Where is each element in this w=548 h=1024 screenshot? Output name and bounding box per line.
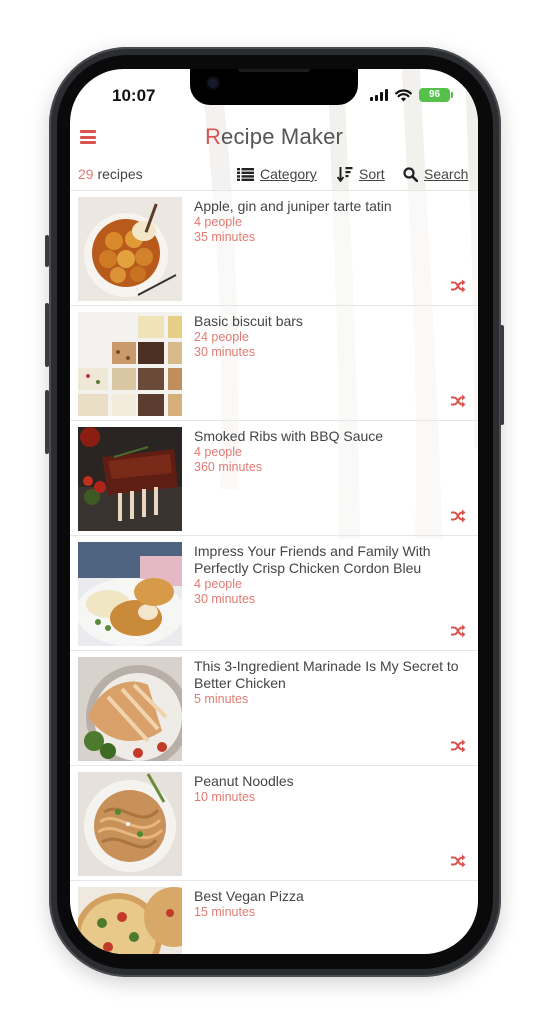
screenshot-stage: 10:07 96 Recipe Maker 29 recipes Categor…: [0, 0, 548, 1024]
status-time: 10:07: [112, 86, 156, 105]
app-title-initial: R: [204, 124, 222, 149]
recipe-info: Best Vegan Pizza 15 minutes: [194, 888, 470, 920]
sort-label: Sort: [359, 166, 385, 182]
recipe-thumbnail-biscuit-bars: [78, 312, 182, 416]
recipe-info: Basic biscuit bars 24 people 30 minutes: [194, 313, 470, 360]
category-button[interactable]: Category: [237, 166, 317, 182]
recipe-info: Apple, gin and juniper tarte tatin 4 peo…: [194, 198, 470, 245]
wifi-icon: [395, 88, 412, 101]
cellular-signal-icon: [370, 89, 388, 101]
shuffle-icon[interactable]: [450, 394, 466, 408]
recipe-row[interactable]: Apple, gin and juniper tarte tatin 4 peo…: [70, 190, 478, 305]
recipe-duration: 15 minutes: [194, 905, 256, 919]
recipe-thumbnail-marinade-chicken: [78, 657, 182, 761]
recipe-servings: 4 people: [194, 215, 242, 229]
recipe-title: Best Vegan Pizza: [194, 888, 304, 904]
search-label: Search: [424, 166, 469, 182]
recipe-count: 29 recipes: [78, 166, 143, 182]
status-icons: 96: [370, 88, 453, 102]
recipe-thumbnail-tarte-tatin: [78, 197, 182, 301]
recipe-servings: 24 people: [194, 330, 249, 344]
shuffle-icon[interactable]: [450, 854, 466, 868]
recipe-duration: 360 minutes: [194, 460, 263, 474]
recipe-duration: 30 minutes: [194, 345, 256, 359]
device-notch: [190, 69, 358, 105]
app-title: Recipe Maker: [70, 124, 478, 150]
recipe-count-number: 29: [78, 166, 94, 182]
battery-indicator: 96: [419, 88, 453, 102]
recipe-title: This 3-Ingredient Marinade Is My Secret …: [194, 658, 459, 691]
recipe-row[interactable]: Impress Your Friends and Family With Per…: [70, 535, 478, 650]
recipe-info: Impress Your Friends and Family With Per…: [194, 543, 470, 607]
list-icon: [237, 167, 254, 181]
recipe-info: This 3-Ingredient Marinade Is My Secret …: [194, 658, 470, 707]
category-label: Category: [260, 166, 317, 182]
recipe-duration: 30 minutes: [194, 592, 256, 606]
recipe-info: Peanut Noodles 10 minutes: [194, 773, 470, 805]
search-icon: [403, 166, 418, 182]
sort-button[interactable]: Sort: [337, 166, 385, 182]
recipe-duration: 5 minutes: [194, 692, 249, 706]
app-title-rest: ecipe Maker: [221, 124, 344, 149]
volume-down-button: [45, 390, 49, 454]
recipe-duration: 35 minutes: [194, 230, 256, 244]
recipe-thumbnail-vegan-pizza: [78, 887, 182, 954]
recipe-row[interactable]: Basic biscuit bars 24 people 30 minutes: [70, 305, 478, 420]
recipe-row[interactable]: Peanut Noodles 10 minutes: [70, 765, 478, 880]
recipe-title: Apple, gin and juniper tarte tatin: [194, 198, 392, 214]
sort-icon: [337, 167, 353, 182]
recipe-row[interactable]: Smoked Ribs with BBQ Sauce 4 people 360 …: [70, 420, 478, 535]
recipe-row[interactable]: Best Vegan Pizza 15 minutes: [70, 880, 478, 954]
recipe-info: Smoked Ribs with BBQ Sauce 4 people 360 …: [194, 428, 470, 475]
recipe-thumbnail-cordon-bleu: [78, 542, 182, 646]
earpiece-speaker: [238, 69, 310, 72]
recipe-thumbnail-peanut-noodles: [78, 772, 182, 876]
search-button[interactable]: Search: [403, 166, 468, 182]
recipe-list: Apple, gin and juniper tarte tatin 4 peo…: [70, 190, 478, 954]
toolbar: 29 recipes Category Sort Search: [78, 166, 470, 186]
app-screen: 10:07 96 Recipe Maker 29 recipes Categor…: [70, 69, 478, 954]
recipe-title: Impress Your Friends and Family With Per…: [194, 543, 431, 576]
shuffle-icon[interactable]: [450, 279, 466, 293]
recipe-duration: 10 minutes: [194, 790, 256, 804]
recipe-servings: 4 people: [194, 577, 242, 591]
volume-up-button: [45, 303, 49, 367]
silent-switch: [45, 235, 49, 267]
recipe-count-label: recipes: [97, 166, 143, 182]
recipe-title: Peanut Noodles: [194, 773, 294, 789]
shuffle-icon[interactable]: [450, 739, 466, 753]
power-button: [500, 325, 504, 425]
recipe-title: Smoked Ribs with BBQ Sauce: [194, 428, 384, 444]
recipe-title: Basic biscuit bars: [194, 313, 303, 329]
shuffle-icon[interactable]: [450, 624, 466, 638]
recipe-row[interactable]: This 3-Ingredient Marinade Is My Secret …: [70, 650, 478, 765]
recipe-thumbnail-smoked-ribs: [78, 427, 182, 531]
shuffle-icon[interactable]: [450, 509, 466, 523]
front-camera: [208, 78, 218, 88]
recipe-servings: 4 people: [194, 445, 242, 459]
